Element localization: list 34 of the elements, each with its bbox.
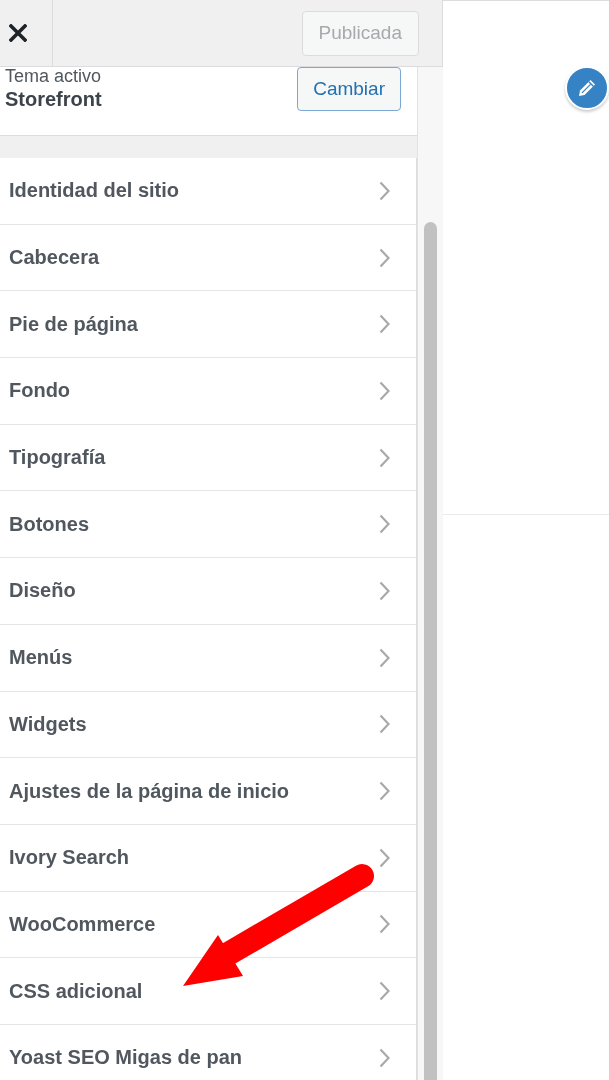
chevron-icon <box>379 247 390 268</box>
section-item[interactable]: Diseño <box>0 558 417 625</box>
section-item[interactable]: Yoast SEO Migas de pan <box>0 1024 417 1080</box>
chevron-icon <box>379 380 390 401</box>
section-item[interactable]: Ajustes de la página de inicio <box>0 758 417 825</box>
chevron-icon <box>379 847 390 868</box>
theme-caption: Tema activo <box>5 67 102 85</box>
chevron-icon <box>379 714 390 735</box>
section-item[interactable]: Menús <box>0 624 417 692</box>
section-item[interactable]: Cabecera <box>0 224 417 292</box>
chevron-icon <box>379 1047 390 1068</box>
chevron-icon <box>379 580 390 601</box>
section-item[interactable]: Pie de página <box>0 291 417 359</box>
chevron-icon <box>379 981 390 1002</box>
close-icon <box>9 24 27 42</box>
section-item[interactable]: Botones <box>0 491 417 559</box>
change-theme-button[interactable]: Cambiar <box>297 67 401 111</box>
edit-button[interactable] <box>565 66 609 110</box>
chevron-icon <box>379 514 390 535</box>
chevron-icon <box>379 647 390 668</box>
chevron-icon <box>379 180 390 201</box>
chevron-icon <box>379 914 390 935</box>
chevron-icon <box>379 781 390 802</box>
scrollbar-thumb[interactable] <box>424 222 437 1080</box>
section-item[interactable]: Identidad del sitio <box>0 158 417 225</box>
chevron-icon <box>379 314 390 335</box>
section-item[interactable]: Tipografía <box>0 424 417 492</box>
pencil-icon <box>577 78 597 98</box>
chevron-icon <box>379 447 390 468</box>
section-item[interactable]: CSS adicional <box>0 958 417 1025</box>
section-item[interactable]: Widgets <box>0 691 417 759</box>
theme-name: Storefront <box>5 87 102 111</box>
section-item[interactable]: Ivory Search <box>0 824 417 892</box>
section-item[interactable]: Fondo <box>0 358 417 425</box>
